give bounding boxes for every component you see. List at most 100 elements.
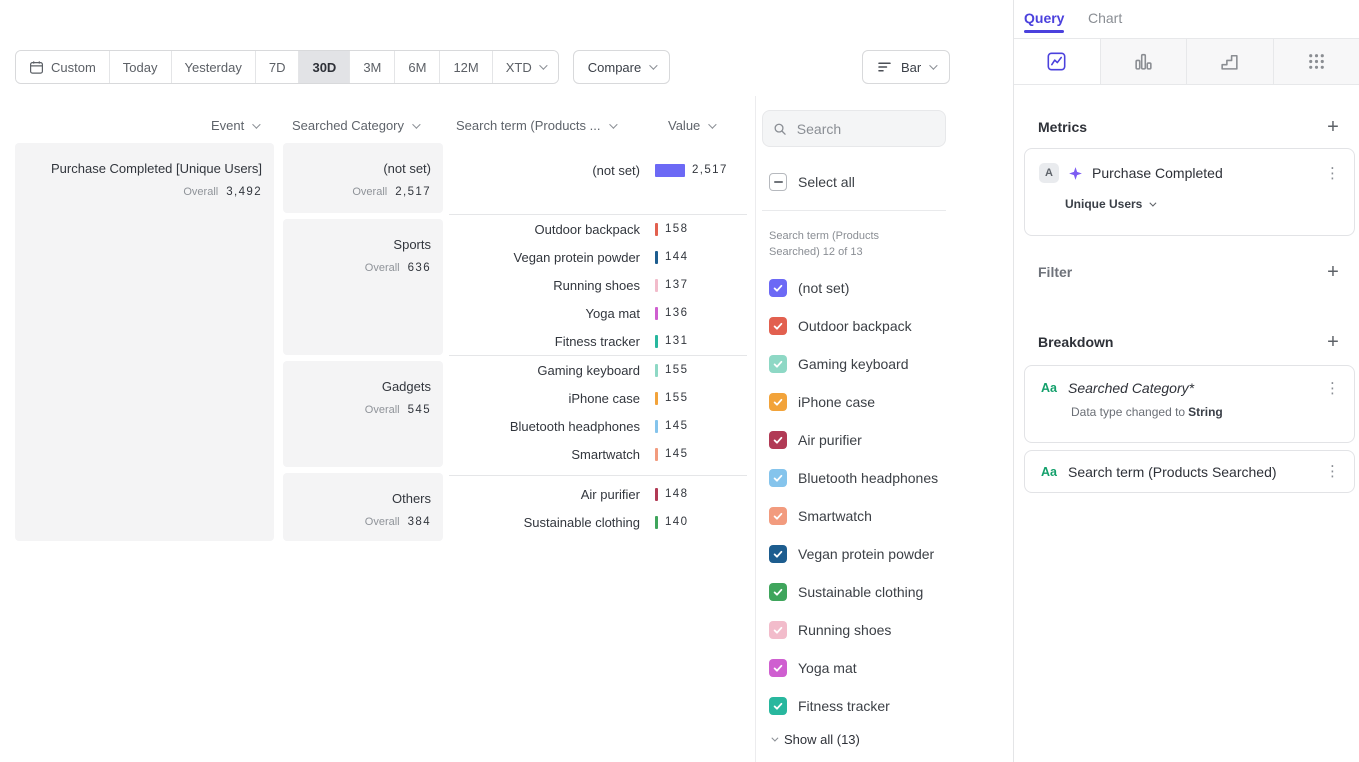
bar-row[interactable]: Sustainable clothing140 — [449, 508, 747, 536]
term-checkbox-item[interactable]: Gaming keyboard — [769, 345, 947, 383]
bar-row[interactable]: (not set)2,517 — [449, 156, 747, 184]
checkbox[interactable] — [769, 469, 787, 487]
term-checkbox-item[interactable]: iPhone case — [769, 383, 947, 421]
term-checkbox-item[interactable]: Sustainable clothing — [769, 573, 947, 611]
bar-row[interactable]: Vegan protein powder144 — [449, 243, 747, 271]
category-name: Sports — [283, 237, 431, 252]
category-overall: Overall545 — [283, 400, 431, 418]
check-icon — [772, 510, 784, 522]
chart-tab-bar[interactable] — [1100, 39, 1187, 84]
term-checkbox-item[interactable]: Smartwatch — [769, 497, 947, 535]
bar-row[interactable]: Smartwatch145 — [449, 440, 747, 468]
compare-button[interactable]: Compare — [573, 50, 670, 84]
range-12m-button[interactable]: 12M — [439, 51, 491, 83]
checkbox[interactable] — [769, 697, 787, 715]
bar-tick — [655, 488, 658, 501]
column-header-search-term[interactable]: Search term (Products ... — [456, 118, 615, 133]
chart-type-button[interactable]: Bar — [862, 50, 950, 84]
breakdown-card-searched-category[interactable]: Aa Searched Category* Data type changed … — [1024, 365, 1355, 443]
term-checkbox-item[interactable]: Outdoor backpack — [769, 307, 947, 345]
checkbox[interactable] — [769, 393, 787, 411]
term-value: 148 — [665, 488, 688, 500]
show-all-button[interactable]: Show all (13) — [771, 732, 860, 747]
column-header-searched-category[interactable]: Searched Category — [292, 118, 418, 133]
tab-chart[interactable]: Chart — [1088, 10, 1122, 26]
bar-row[interactable]: Air purifier148 — [449, 480, 747, 508]
term-checkbox-item[interactable]: Bluetooth headphones — [769, 459, 947, 497]
checkbox[interactable] — [769, 583, 787, 601]
breakdown-menu-button[interactable] — [1325, 464, 1340, 479]
term-label: Gaming keyboard — [798, 356, 909, 372]
term-list-title: Search term (Products Searched) 12 of 13 — [769, 228, 931, 260]
chart-tab-line[interactable] — [1014, 39, 1100, 84]
chart-tab-steps[interactable] — [1186, 39, 1273, 84]
term-checkbox-item[interactable]: Fitness tracker — [769, 687, 947, 725]
term-checkbox-item[interactable]: Vegan protein powder — [769, 535, 947, 573]
bar-row[interactable]: Bluetooth headphones145 — [449, 412, 747, 440]
range-7d-button[interactable]: 7D — [255, 51, 299, 83]
column-header-value[interactable]: Value — [668, 118, 714, 133]
search-input[interactable] — [795, 120, 935, 138]
term-value: 136 — [665, 307, 688, 319]
add-metric-button[interactable] — [1325, 118, 1341, 136]
bar-row[interactable]: iPhone case155 — [449, 384, 747, 412]
checkbox[interactable] — [769, 317, 787, 335]
category-overall: Overall636 — [283, 258, 431, 276]
range-30d-button[interactable]: 30D — [298, 51, 349, 83]
breakdown-card-search-term[interactable]: Aa Search term (Products Searched) — [1024, 450, 1355, 493]
string-type-icon: Aa — [1039, 381, 1059, 395]
measure-selector[interactable]: Unique Users — [1065, 197, 1354, 211]
add-breakdown-button[interactable] — [1325, 333, 1341, 351]
term-label: Bluetooth headphones — [449, 419, 640, 434]
bar-tick — [655, 279, 658, 292]
chart-tab-grid[interactable] — [1273, 39, 1359, 84]
category-block[interactable]: Sports Overall636 — [283, 219, 443, 355]
category-block[interactable]: GadgetsOverall545 — [283, 361, 443, 467]
checkbox[interactable] — [769, 355, 787, 373]
select-all-row[interactable]: Select all — [769, 173, 855, 191]
bar-row[interactable]: Gaming keyboard155 — [449, 356, 747, 384]
indeterminate-dash-icon — [774, 181, 783, 183]
column-header-event[interactable]: Event — [211, 118, 258, 133]
checkbox[interactable] — [769, 279, 787, 297]
bar-row[interactable]: Yoga mat136 — [449, 299, 747, 327]
range-3m-button[interactable]: 3M — [349, 51, 394, 83]
range-today-button[interactable]: Today — [109, 51, 171, 83]
event-block[interactable]: Purchase Completed [Unique Users] Overal… — [15, 143, 274, 541]
checkbox[interactable] — [769, 545, 787, 563]
tab-query-label: Query — [1024, 10, 1064, 26]
check-icon — [772, 434, 784, 446]
checkbox[interactable] — [769, 659, 787, 677]
term-checkbox-item[interactable]: Air purifier — [769, 421, 947, 459]
term-checkbox-item[interactable]: Running shoes — [769, 611, 947, 649]
custom-date-button[interactable]: Custom — [16, 51, 109, 83]
bar-tick — [655, 164, 685, 177]
breakdown-menu-button[interactable] — [1325, 381, 1340, 396]
category-column: (not set)Overall2,517 Sports Overall636 Gad… — [283, 143, 443, 541]
category-block[interactable]: (not set)Overall2,517 — [283, 143, 443, 213]
bar-row[interactable]: Fitness tracker131 — [449, 327, 747, 355]
category-block[interactable]: OthersOverall384 — [283, 473, 443, 541]
bar-row[interactable]: Outdoor backpack158 — [449, 215, 747, 243]
breakdown-name: Search term (Products Searched) — [1068, 464, 1277, 480]
checkbox[interactable] — [769, 507, 787, 525]
row-group: (not set)2,517 — [449, 143, 747, 215]
column-header-event-label: Event — [211, 118, 244, 133]
checkbox[interactable] — [769, 621, 787, 639]
date-range-control: Custom TodayYesterday7D30D3M6M12M XTD — [15, 50, 559, 84]
add-filter-button[interactable] — [1325, 263, 1341, 281]
xtd-button[interactable]: XTD — [492, 51, 558, 83]
term-checkbox-item[interactable]: Yoga mat — [769, 649, 947, 687]
range-yesterday-button[interactable]: Yesterday — [171, 51, 255, 83]
range-6m-button[interactable]: 6M — [394, 51, 439, 83]
term-checkbox-item[interactable]: (not set) — [769, 269, 947, 307]
metric-card[interactable]: A Purchase Completed Unique Users — [1024, 148, 1355, 236]
metric-menu-button[interactable] — [1325, 166, 1340, 181]
tab-query[interactable]: Query — [1024, 10, 1064, 26]
checkbox[interactable] — [769, 431, 787, 449]
term-label: (not set) — [449, 163, 640, 178]
select-all-checkbox[interactable] — [769, 173, 787, 191]
term-value: 131 — [665, 335, 688, 347]
term-label: (not set) — [798, 280, 849, 296]
bar-row[interactable]: Running shoes137 — [449, 271, 747, 299]
